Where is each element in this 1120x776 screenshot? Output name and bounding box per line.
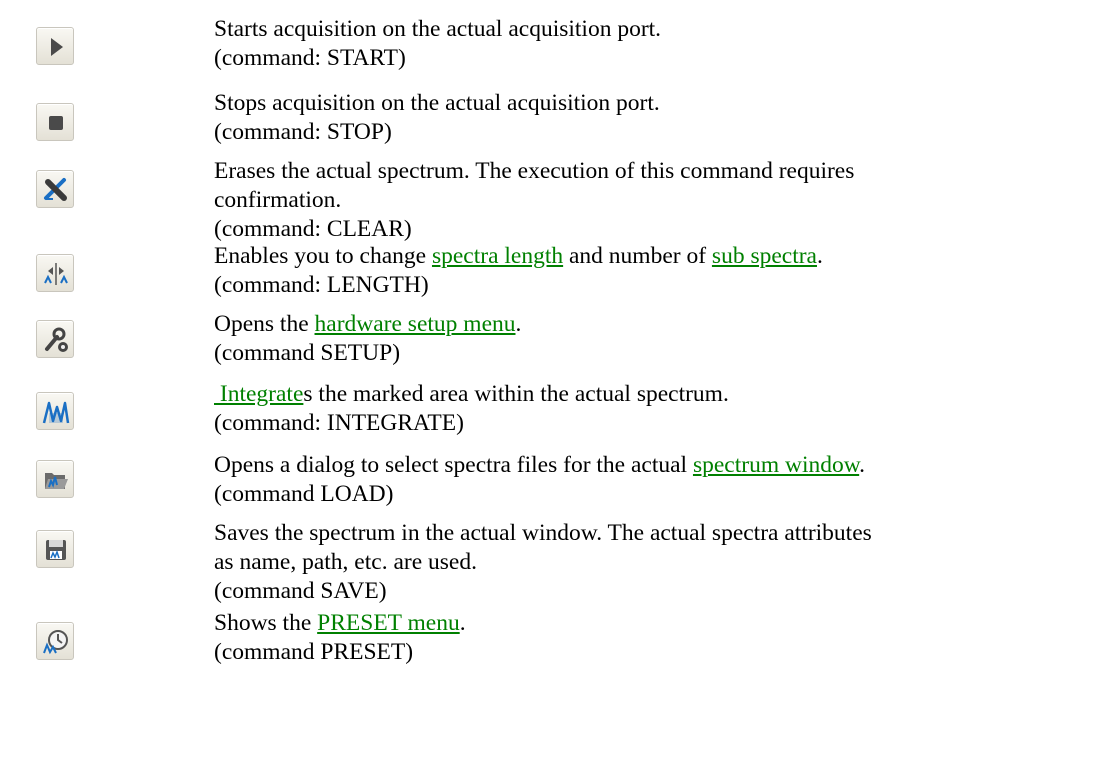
setup-command: (command SETUP) [214, 340, 401, 366]
stop-command: (command: STOP) [214, 119, 392, 145]
preset-text-2: . [459, 610, 466, 636]
length-command: (command: LENGTH) [214, 272, 429, 298]
spectrum-window-link[interactable]: spectrum window [693, 452, 859, 478]
integrate-text-1: s the marked area within the actual spec… [303, 381, 729, 407]
spectra-length-link[interactable]: spectra length [432, 243, 563, 269]
save-description-line1: Saves the spectrum in the actual window.… [214, 520, 872, 546]
integrate-button[interactable] [36, 392, 74, 430]
load-text-1: Opens a dialog to select spectra files f… [214, 452, 693, 478]
start-description: Starts acquisition on the actual acquisi… [214, 16, 662, 42]
stop-icon [49, 116, 63, 130]
setup-text-2: . [515, 311, 522, 337]
wrench-icon [45, 327, 68, 352]
preset-text-1: Shows the [214, 610, 318, 636]
stop-button[interactable] [36, 103, 74, 141]
integrate-command: (command: INTEGRATE) [214, 410, 464, 436]
save-command: (command SAVE) [214, 578, 387, 604]
start-icon [51, 38, 63, 56]
save-button[interactable] [36, 530, 74, 568]
setup-text-1: Opens the [214, 311, 315, 337]
stop-description: Stops acquisition on the actual acquisit… [214, 90, 660, 116]
setup-button[interactable] [36, 320, 74, 358]
save-description-line2: as name, path, etc. are used. [214, 549, 477, 575]
length-icon [44, 263, 68, 285]
clear-button[interactable] [36, 170, 74, 208]
sub-spectra-link[interactable]: sub spectra [712, 243, 817, 269]
load-command: (command LOAD) [214, 481, 394, 507]
load-text-2: . [859, 452, 866, 478]
save-icon [46, 540, 66, 560]
load-button[interactable] [36, 460, 74, 498]
preset-button[interactable] [36, 622, 74, 660]
preset-clock-icon [43, 630, 68, 655]
preset-menu-link[interactable]: PRESET menu [317, 610, 460, 636]
clear-command: (command: CLEAR) [214, 216, 412, 242]
length-text-2: and number of [563, 243, 712, 269]
integrate-icon [42, 401, 70, 424]
clear-description-line1: Erases the actual spectrum. The executio… [214, 158, 855, 184]
clear-icon [44, 178, 67, 201]
length-text-1: Enables you to change [214, 243, 432, 269]
start-command: (command: START) [214, 45, 406, 71]
preset-command: (command PRESET) [214, 639, 414, 665]
length-text-3: . [816, 243, 823, 269]
clear-description-line2: confirmation. [214, 187, 342, 213]
hardware-setup-menu-link[interactable]: hardware setup menu [315, 311, 516, 337]
length-button[interactable] [36, 254, 74, 292]
start-button[interactable] [36, 27, 74, 65]
folder-open-icon [45, 473, 68, 489]
integrate-link[interactable]: Integrate [214, 381, 304, 407]
